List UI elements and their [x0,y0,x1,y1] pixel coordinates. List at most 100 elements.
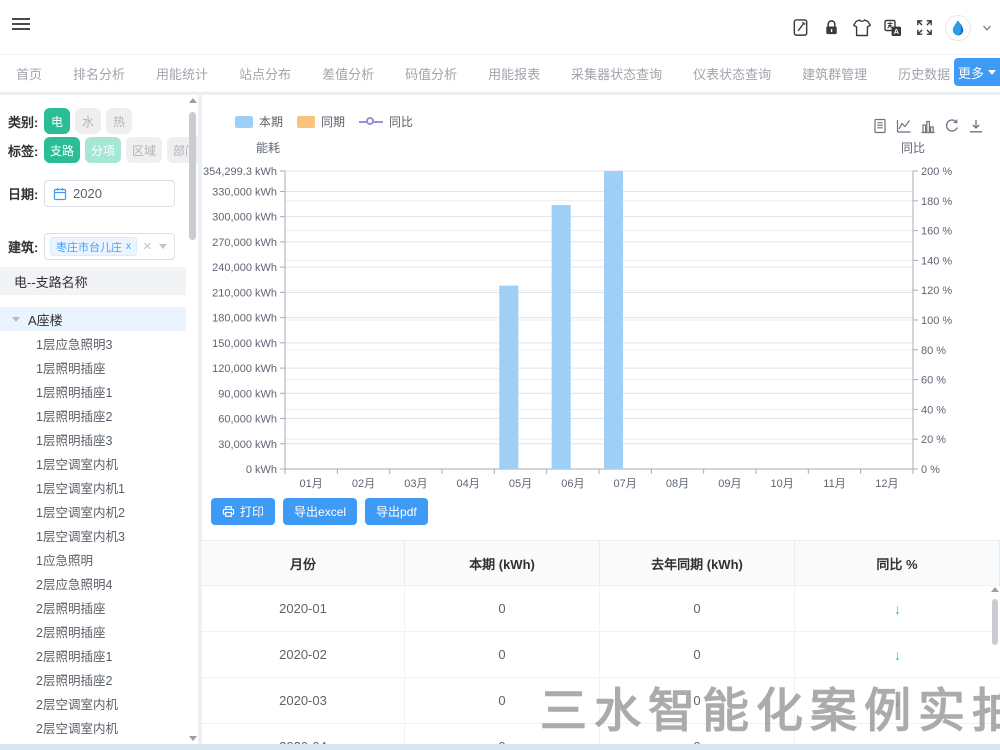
tab-4[interactable]: 差值分析 [320,55,376,93]
svg-text:300,000 kWh: 300,000 kWh [212,212,277,224]
tab-3[interactable]: 站点分布 [237,55,293,93]
svg-text:05月: 05月 [509,478,532,490]
svg-text:354,299.3 kWh: 354,299.3 kWh [203,166,277,178]
tree-root-node[interactable]: A座楼 [0,307,186,331]
scrollbar-thumb[interactable] [189,112,196,240]
sidebar-scrollbar[interactable] [188,98,197,741]
category-pill-0[interactable]: 电 [44,108,70,134]
building-row: 建筑: 枣庄市台儿庄 x ✕ [8,233,175,260]
tree-item-7[interactable]: 1层空调室内机2 [0,499,186,523]
table-cell: 2020-03 [202,678,405,724]
scroll-up-icon[interactable] [189,98,197,103]
table-row-0[interactable]: 2020-0100↓ [202,586,1000,632]
down-arrow-icon: ↓ [894,601,901,617]
shirt-icon[interactable] [852,18,872,38]
tree-item-15[interactable]: 2层空调室内机 [0,691,186,715]
tree-item-8[interactable]: 1层空调室内机3 [0,523,186,547]
legend-item-同比[interactable]: 同比 [359,113,413,130]
tree-item-5[interactable]: 1层空调室内机 [0,451,186,475]
tag-close-icon[interactable]: x [126,241,131,252]
tab-7[interactable]: 采集器状态查询 [569,55,664,93]
legend-item-同期[interactable]: 同期 [297,113,345,130]
tree-item-6[interactable]: 1层空调室内机1 [0,475,186,499]
category-pill-1[interactable]: 水 [75,108,101,134]
hamburger-icon[interactable] [12,18,30,32]
tree-item-1[interactable]: 1层照明插座 [0,355,186,379]
tab-9[interactable]: 建筑群管理 [800,55,869,93]
tree-item-0[interactable]: 1层应急照明3 [0,331,186,355]
comparison-bar-chart: 354,299.3 kWh330,000 kWh300,000 kWh270,0… [202,95,1000,495]
collapse-arrow-icon[interactable] [12,317,20,322]
restore-icon[interactable] [943,117,960,134]
tree-item-3[interactable]: 1层照明插座2 [0,403,186,427]
export-excel-label: 导出excel [294,503,346,520]
data-view-icon[interactable] [871,117,888,134]
tree-item-4[interactable]: 1层照明插座3 [0,427,186,451]
tree-item-16[interactable]: 2层空调室内机 [0,715,186,739]
building-tag[interactable]: 枣庄市台儿庄 x [50,237,137,256]
bottom-scroll-strip[interactable] [0,744,1000,750]
table-scrollbar[interactable] [991,587,999,737]
print-button[interactable]: 打印 [211,498,275,525]
date-picker[interactable]: 2020 [44,180,175,207]
tag-pill-0[interactable]: 支路 [44,137,80,163]
tab-5[interactable]: 码值分析 [403,55,459,93]
building-select[interactable]: 枣庄市台儿庄 x ✕ [44,233,175,260]
download-icon[interactable] [967,117,984,134]
tree-item-11[interactable]: 2层照明插座 [0,595,186,619]
tag-pill-1[interactable]: 分项 [85,137,121,163]
svg-text:11月: 11月 [823,478,845,490]
table-row-3[interactable]: 2020-0400↓ [202,724,1000,744]
tree-item-12[interactable]: 2层照明插座 [0,619,186,643]
tab-8[interactable]: 仪表状态查询 [691,55,773,93]
export-excel-button[interactable]: 导出excel [283,498,357,525]
fullscreen-icon[interactable] [914,18,934,38]
table-cell: 0 [600,632,795,678]
tab-6[interactable]: 用能报表 [486,55,542,93]
svg-text:06月: 06月 [561,478,584,490]
printer-icon [222,505,235,518]
legend-swatch [297,116,315,128]
legend-item-本期[interactable]: 本期 [235,113,283,130]
legend-label: 同期 [321,113,345,130]
table-row-1[interactable]: 2020-0200↓ [202,632,1000,678]
water-drop-avatar[interactable] [945,15,971,41]
svg-text:0 %: 0 % [921,464,940,476]
scrollbar-thumb[interactable] [992,599,998,645]
category-pill-2[interactable]: 热 [106,108,132,134]
tab-2[interactable]: 用能统计 [154,55,210,93]
svg-text:30,000 kWh: 30,000 kWh [218,439,277,451]
chart-toolbox [871,117,984,134]
down-arrow-icon: ↓ [894,693,901,709]
tree-item-2[interactable]: 1层照明插座1 [0,379,186,403]
tag-pill-2[interactable]: 区域 [126,137,162,163]
bar-chart-icon[interactable] [919,117,936,134]
tree-item-14[interactable]: 2层照明插座2 [0,667,186,691]
tab-1[interactable]: 排名分析 [71,55,127,93]
tab-10[interactable]: 历史数据 [896,55,952,93]
table-cell: 0 [600,724,795,744]
svg-text:04月: 04月 [457,478,480,490]
table-cell: ↓ [795,586,1000,632]
line-chart-icon[interactable] [895,117,912,134]
svg-text:270,000 kWh: 270,000 kWh [212,237,277,249]
more-button[interactable]: 更多 [954,58,1000,86]
table-col-3: 同比 % [795,541,1000,586]
scroll-down-icon[interactable] [189,736,197,741]
tree-item-13[interactable]: 2层照明插座1 [0,643,186,667]
table-row-2[interactable]: 2020-0300↓ [202,678,1000,724]
chevron-down-icon[interactable] [982,23,992,33]
clear-icon[interactable]: ✕ [143,240,152,253]
note-icon[interactable] [790,18,810,38]
tree-item-9[interactable]: 1应急照明 [0,547,186,571]
tab-0[interactable]: 首页 [14,55,44,93]
tag-row: 标签: 支路分项区域部门设备 [8,137,198,163]
building-label: 建筑: [8,237,44,256]
scroll-up-icon[interactable] [991,587,999,592]
lock-icon[interactable] [821,18,841,38]
table-col-0: 月份 [202,541,405,586]
category-row: 类别: 电水热 [8,108,132,134]
translate-icon[interactable]: A [883,18,903,38]
export-pdf-button[interactable]: 导出pdf [365,498,428,525]
tree-item-10[interactable]: 2层应急照明4 [0,571,186,595]
